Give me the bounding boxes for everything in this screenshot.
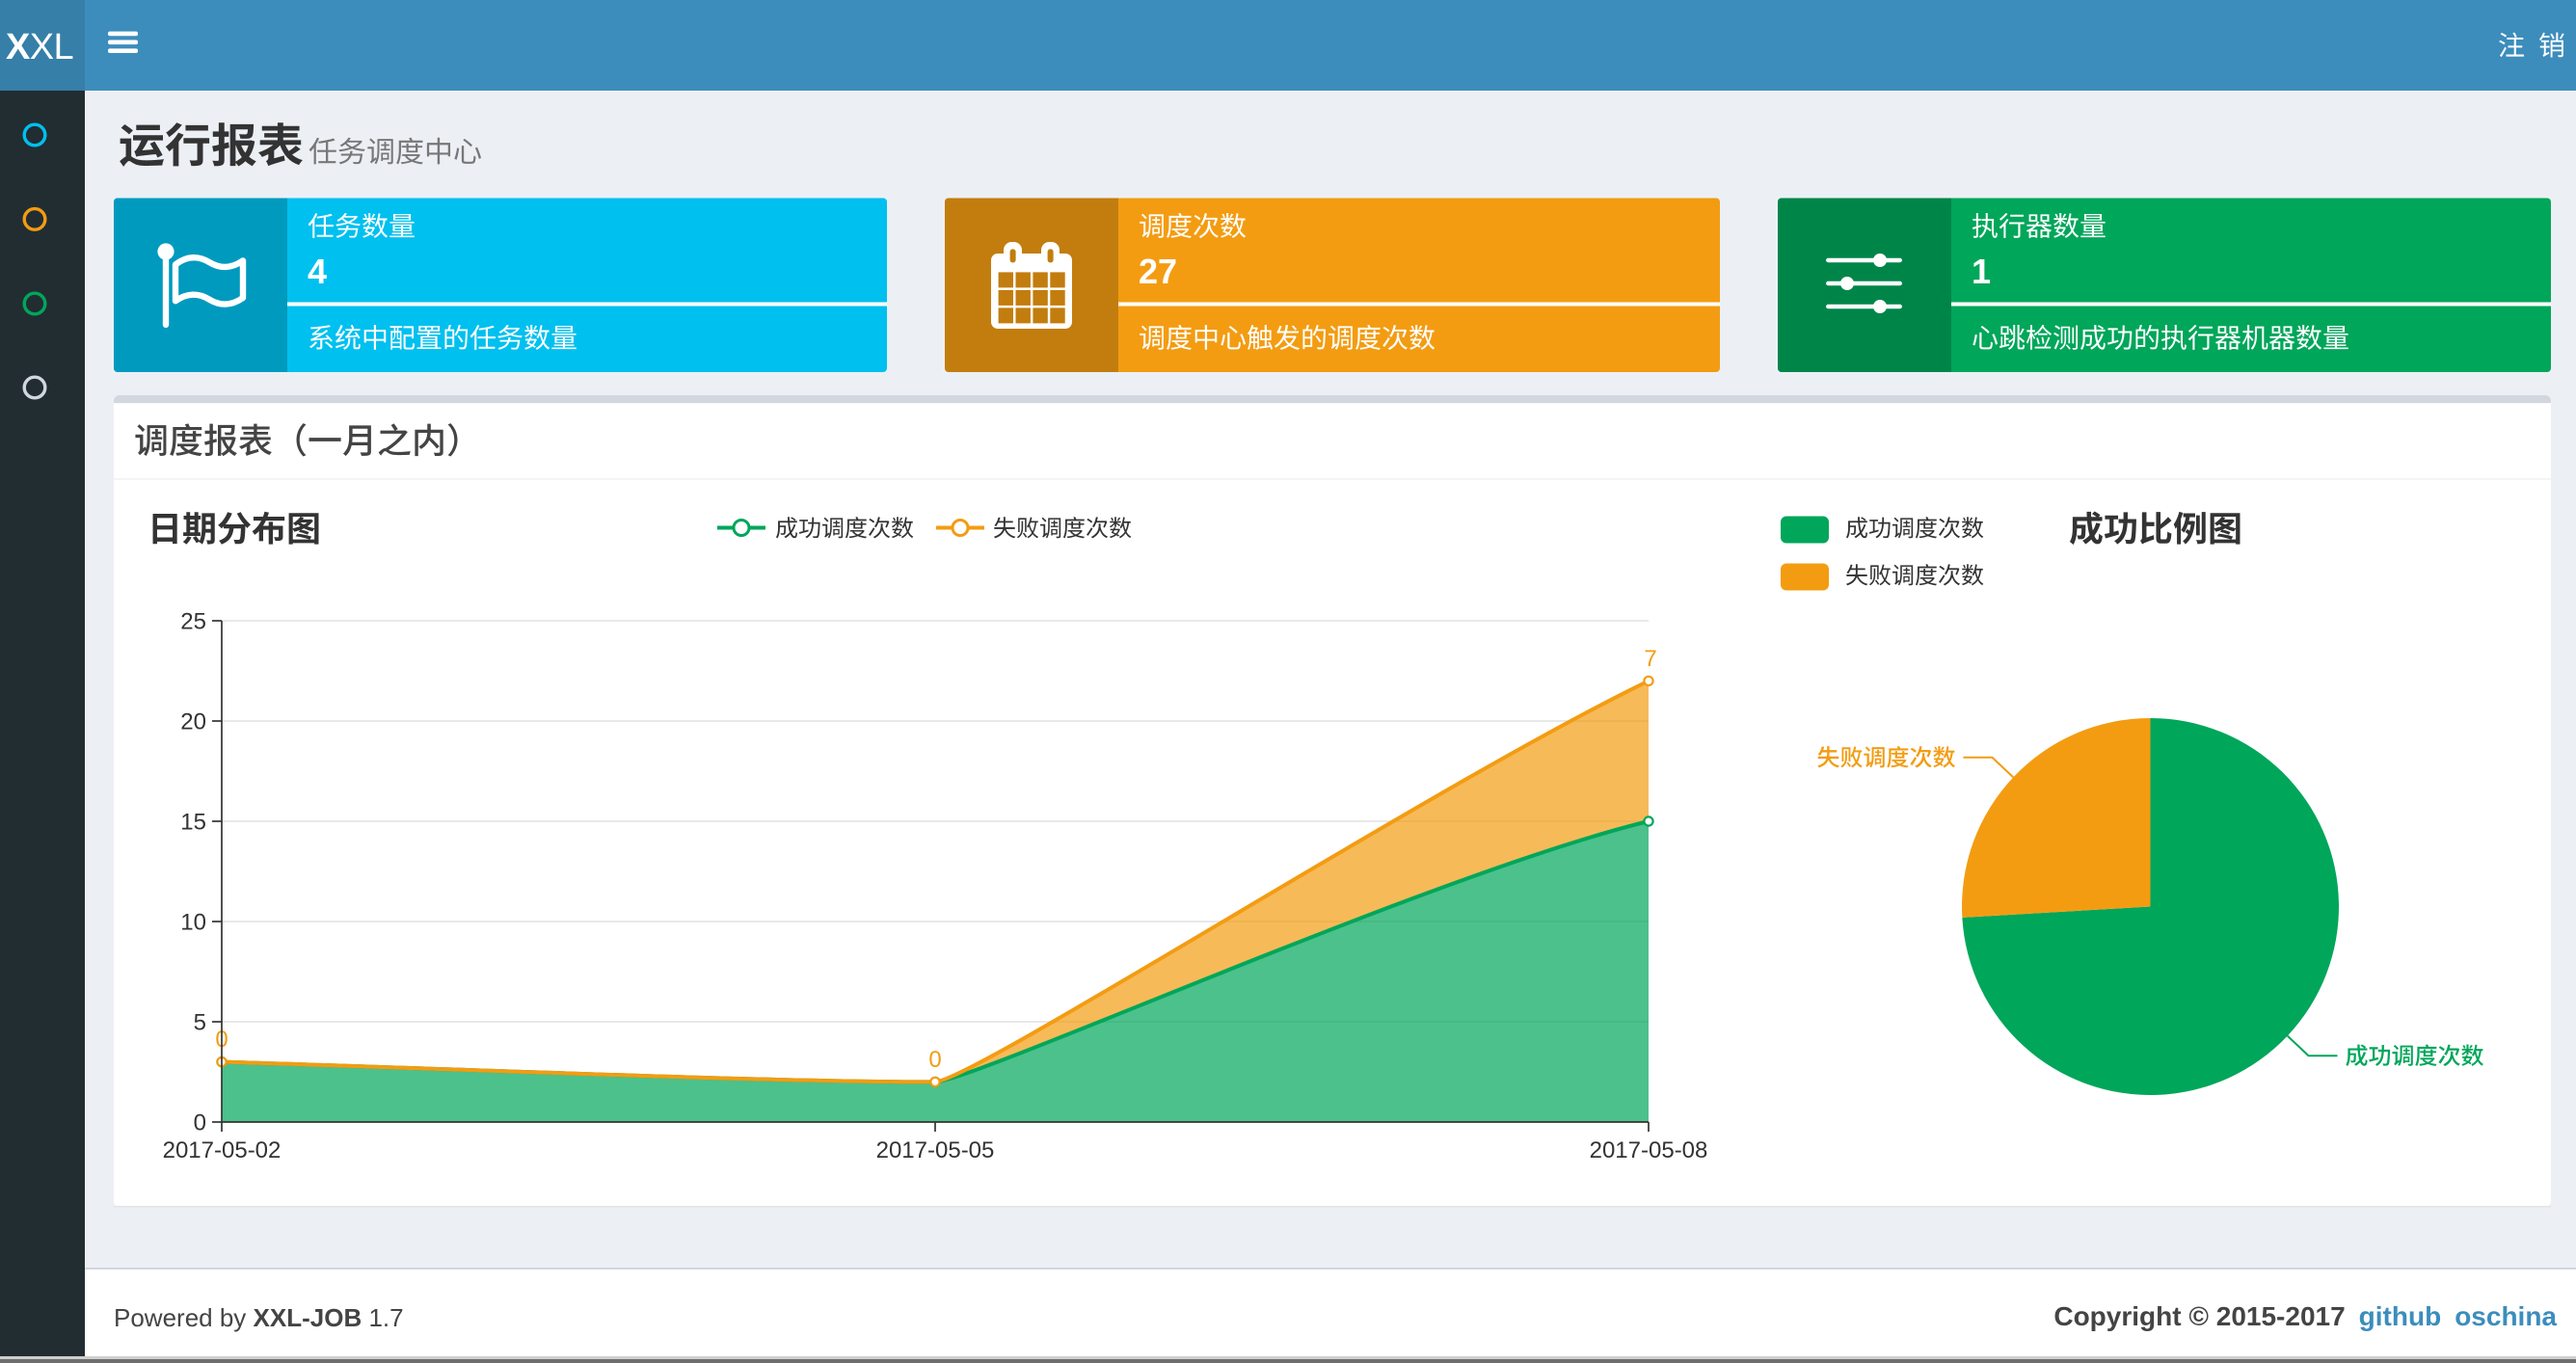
svg-text:20: 20 (180, 708, 206, 735)
svg-text:0: 0 (928, 1047, 941, 1073)
svg-text:2017-05-05: 2017-05-05 (876, 1137, 995, 1163)
svg-text:1: 1 (1972, 252, 1991, 291)
svg-text:5: 5 (194, 1009, 206, 1035)
svg-text:XXL: XXL (6, 27, 73, 67)
svg-text:27: 27 (1139, 252, 1177, 291)
svg-text:7: 7 (1644, 646, 1656, 672)
svg-text:2017-05-02: 2017-05-02 (163, 1137, 282, 1163)
svg-text:15: 15 (180, 809, 206, 835)
svg-text:0: 0 (194, 1109, 206, 1136)
svg-text:Copyright © 2015-2017 github o: Copyright © 2015-2017 github oschina (2053, 1301, 2557, 1331)
svg-text:Powered by XXL-JOB 1.7: Powered by XXL-JOB 1.7 (114, 1303, 404, 1332)
svg-text:2017-05-08: 2017-05-08 (1590, 1137, 1708, 1163)
svg-text:10: 10 (180, 909, 206, 935)
svg-text:4: 4 (308, 252, 327, 291)
svg-text:25: 25 (180, 608, 206, 634)
